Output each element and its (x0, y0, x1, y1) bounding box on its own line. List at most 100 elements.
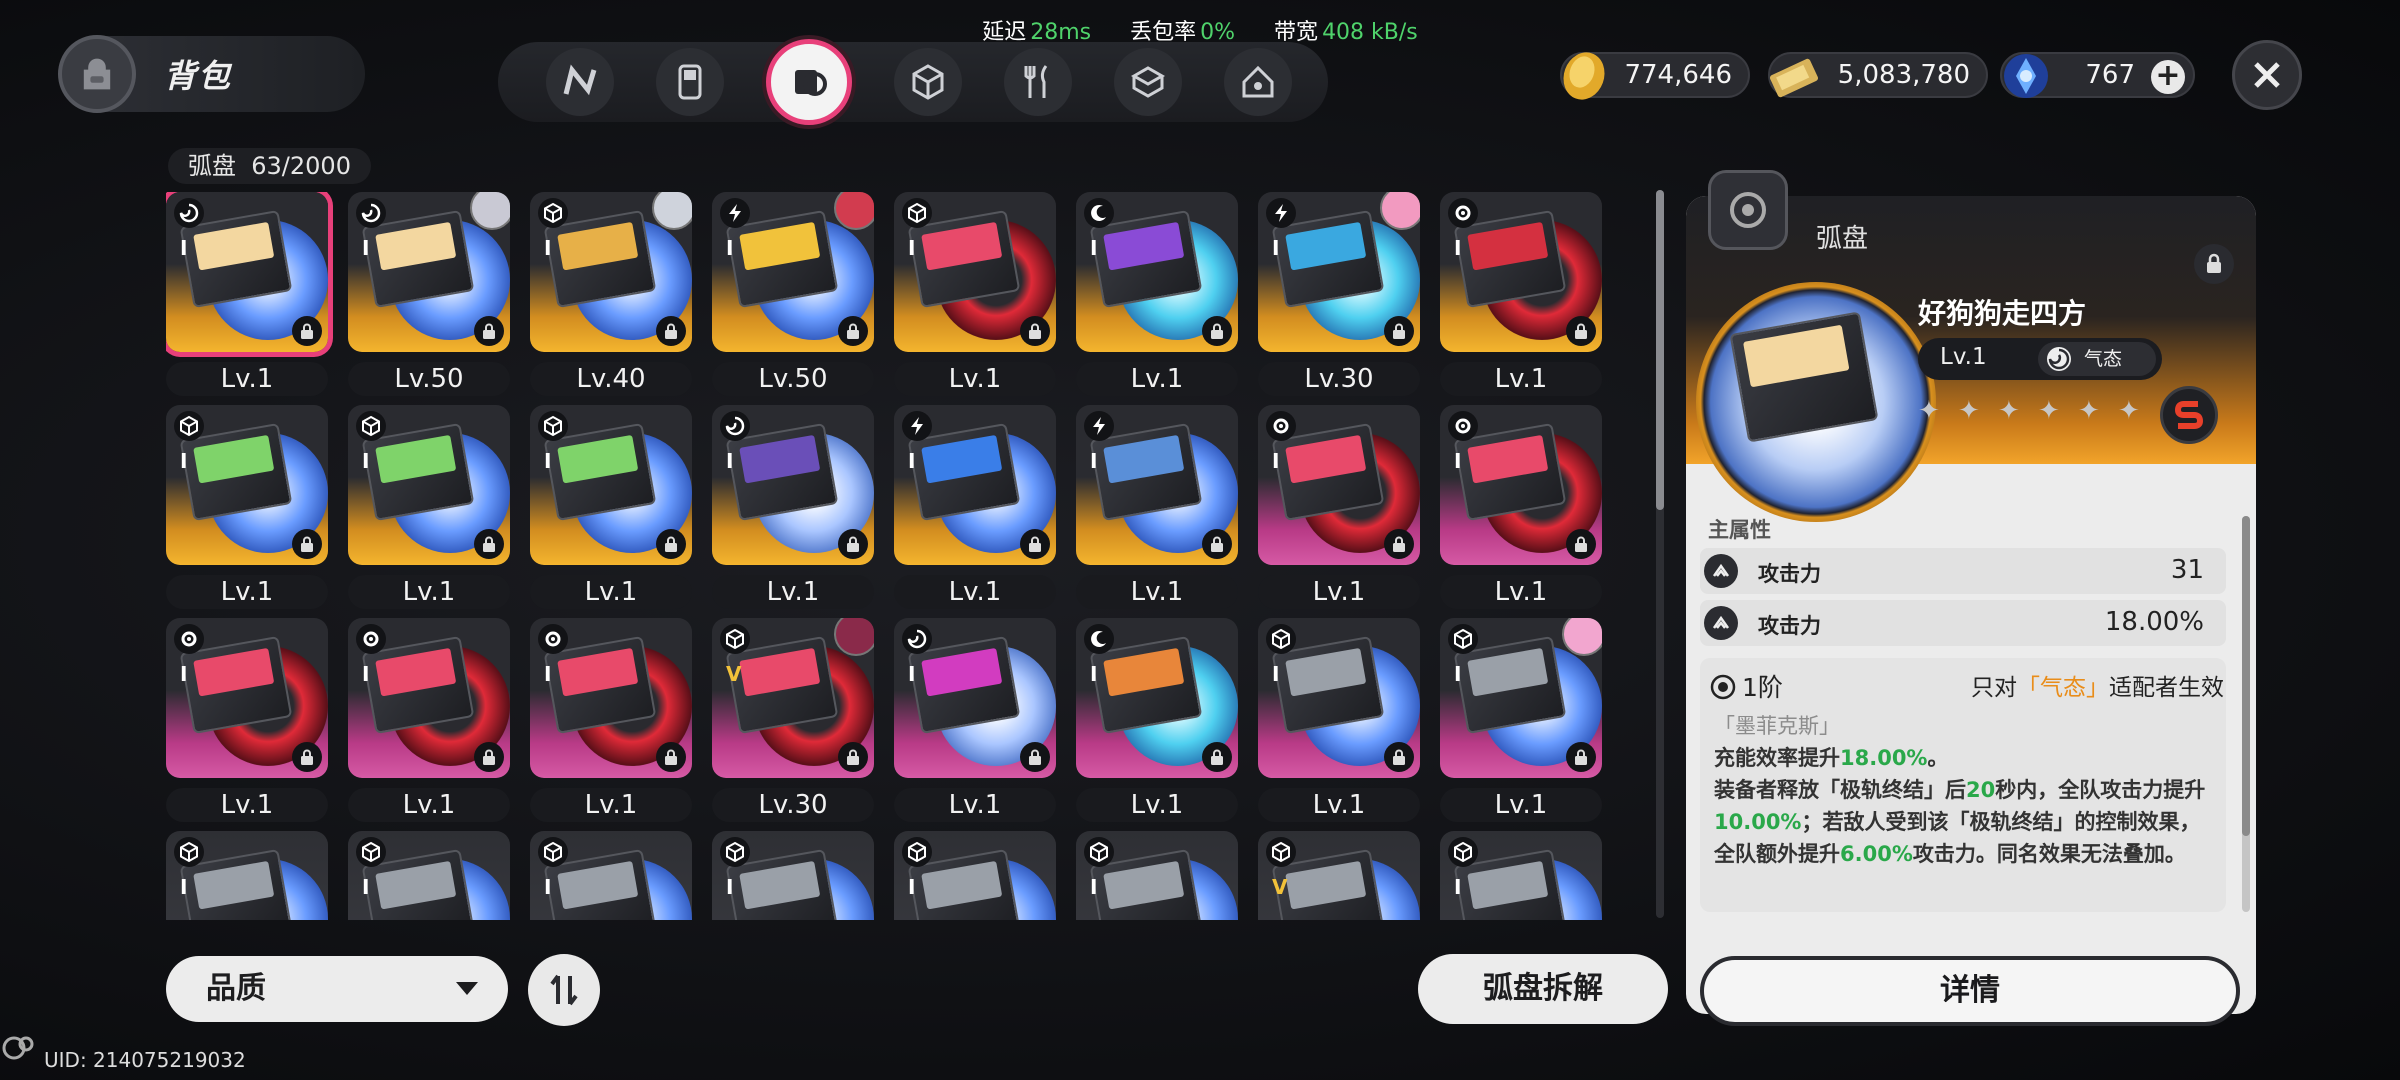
desc-text: 秒内，全队攻击力提升 (1995, 778, 2206, 802)
disc-card[interactable]: I Lv.40 (530, 192, 692, 397)
lock-icon[interactable] (1566, 529, 1596, 559)
dismantle-button[interactable]: 弧盘拆解 (1418, 954, 1668, 1024)
disc-card[interactable]: I Lv.1 (894, 405, 1056, 610)
disc-card[interactable]: I Lv.1 (166, 192, 328, 397)
bolt-icon (720, 198, 750, 228)
lock-icon[interactable] (1202, 742, 1232, 772)
lock-icon[interactable] (292, 316, 322, 346)
lock-icon[interactable] (656, 529, 686, 559)
tab-home-icon[interactable] (1224, 48, 1292, 116)
lock-icon[interactable] (474, 316, 504, 346)
detail-scrollbar[interactable] (2242, 516, 2250, 912)
disc-card[interactable]: I Lv.1 (166, 405, 328, 610)
close-button[interactable] (2232, 40, 2302, 110)
disc-card[interactable]: I Lv.1 (894, 618, 1056, 823)
cube-icon (174, 837, 204, 867)
grid-scrollbar[interactable] (1656, 190, 1664, 918)
lock-icon[interactable] (1566, 316, 1596, 346)
lock-icon[interactable] (1020, 316, 1050, 346)
disc-level: Lv.1 (348, 575, 510, 609)
cube-icon (356, 837, 386, 867)
disc-card[interactable]: I Lv.1 (1076, 618, 1238, 823)
disc-card-frame: I (894, 192, 1056, 352)
lock-icon[interactable] (474, 742, 504, 772)
disc-card[interactable]: I Lv.1 (894, 192, 1056, 397)
swirl-icon (174, 198, 204, 228)
disc-rank: I (1272, 662, 1280, 686)
lock-icon[interactable] (1384, 316, 1414, 346)
tab-disc-icon[interactable] (766, 39, 852, 125)
disc-card[interactable]: I Lv.1 (1440, 405, 1602, 610)
disc-card[interactable]: I (1440, 831, 1602, 920)
cartridge-label (193, 860, 275, 910)
lock-icon[interactable] (1020, 742, 1050, 772)
lock-icon[interactable] (474, 529, 504, 559)
sort-order-button[interactable] (528, 954, 600, 1026)
disc-card[interactable]: I Lv.1 (348, 618, 510, 823)
detail-scrollbar-thumb[interactable] (2242, 516, 2250, 836)
disc-card[interactable]: I Lv.1 (530, 405, 692, 610)
lock-icon[interactable] (656, 316, 686, 346)
disc-card[interactable]: I (166, 831, 328, 920)
disc-card[interactable]: I Lv.50 (712, 192, 874, 397)
add-crystal-button[interactable]: + (2151, 60, 2185, 94)
details-button[interactable]: 详情 (1700, 956, 2240, 1026)
disc-card[interactable]: V (1258, 831, 1420, 920)
tab-cube-icon[interactable] (894, 48, 962, 116)
disc-rank: I (908, 875, 916, 899)
ticket-amount: 5,083,780 (1837, 60, 1970, 90)
lock-icon[interactable] (292, 529, 322, 559)
condition-prefix: 只对 (1971, 675, 2017, 701)
disc-card[interactable]: I Lv.50 (348, 192, 510, 397)
detail-lock-button[interactable] (2194, 244, 2234, 284)
gear-icon (538, 624, 568, 654)
lock-icon[interactable] (838, 316, 868, 346)
disc-card[interactable]: I Lv.1 (1440, 192, 1602, 397)
disc-rank: I (544, 662, 552, 686)
disc-card[interactable]: I Lv.1 (348, 405, 510, 610)
disc-card[interactable]: I Lv.1 (1076, 405, 1238, 610)
disc-card[interactable]: I Lv.1 (1076, 192, 1238, 397)
disc-card[interactable]: V Lv.30 (712, 618, 874, 823)
sort-dropdown[interactable]: 品质 (166, 956, 508, 1022)
grid-scrollbar-thumb[interactable] (1656, 190, 1664, 510)
lock-icon[interactable] (1202, 316, 1232, 346)
equipped-avatar (834, 192, 874, 230)
cube-icon (902, 198, 932, 228)
disc-card[interactable]: I (1076, 831, 1238, 920)
disc-card[interactable]: I (348, 831, 510, 920)
disc-card[interactable]: I Lv.30 (1258, 192, 1420, 397)
lock-icon[interactable] (292, 742, 322, 772)
tab-fork-knife-icon[interactable] (1004, 48, 1072, 116)
lock-icon[interactable] (1020, 529, 1050, 559)
swirl-icon (720, 411, 750, 441)
disc-card[interactable]: I Lv.1 (1258, 405, 1420, 610)
desc-text: 。 (1927, 746, 1949, 770)
tab-handheld-icon[interactable] (656, 48, 724, 116)
disc-card[interactable]: I Lv.1 (530, 618, 692, 823)
disc-card[interactable]: I Lv.1 (166, 618, 328, 823)
disc-card[interactable]: I Lv.1 (712, 405, 874, 610)
disc-rank: I (908, 449, 916, 473)
disc-card[interactable]: I (530, 831, 692, 920)
detail-name: 好狗狗走四方 (1918, 297, 2087, 330)
disc-card[interactable]: I (894, 831, 1056, 920)
cartridge-label (375, 221, 457, 271)
lock-icon[interactable] (1202, 529, 1232, 559)
disc-card[interactable]: I (712, 831, 874, 920)
lock-icon[interactable] (1384, 529, 1414, 559)
lock-icon[interactable] (1384, 742, 1414, 772)
disc-card[interactable]: I Lv.1 (1258, 618, 1420, 823)
moon-icon (1084, 198, 1114, 228)
tab-n-logo-icon[interactable] (546, 48, 614, 116)
page-title: 背包 (164, 57, 233, 95)
disc-card-frame: I (348, 618, 510, 778)
tab-package-icon[interactable] (1114, 48, 1182, 116)
disc-rank: I (180, 662, 188, 686)
lock-icon[interactable] (656, 742, 686, 772)
lock-icon[interactable] (838, 529, 868, 559)
lock-icon[interactable] (1566, 742, 1596, 772)
lock-icon[interactable] (838, 742, 868, 772)
desc-value: 18.00% (1840, 746, 1928, 770)
disc-card[interactable]: I Lv.1 (1440, 618, 1602, 823)
